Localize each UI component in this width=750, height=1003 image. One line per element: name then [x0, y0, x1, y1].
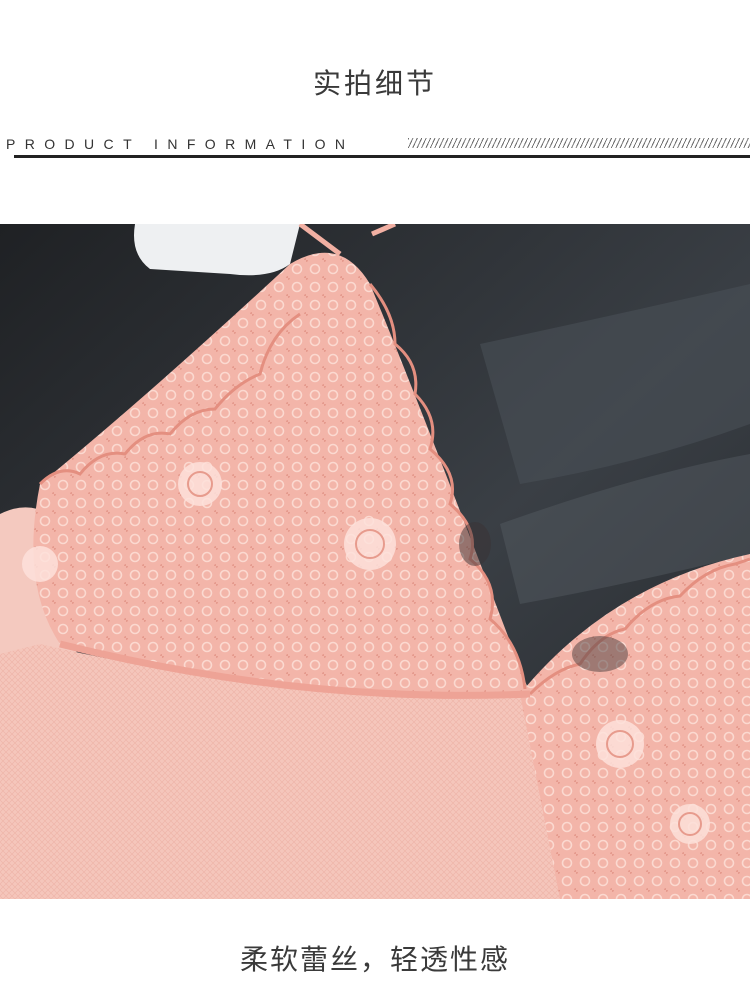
caption-text: 柔软蕾丝，轻透性感	[239, 943, 510, 976]
product-detail-photo	[0, 224, 750, 899]
divider-rule	[14, 155, 750, 158]
product-information-label: PRODUCT INFORMATION	[6, 136, 355, 152]
product-information-bar: PRODUCT INFORMATION	[0, 136, 750, 160]
lace-garment-illustration	[0, 224, 750, 899]
decorative-slash-pattern	[408, 138, 750, 148]
section-title: 实拍细节	[312, 67, 437, 100]
